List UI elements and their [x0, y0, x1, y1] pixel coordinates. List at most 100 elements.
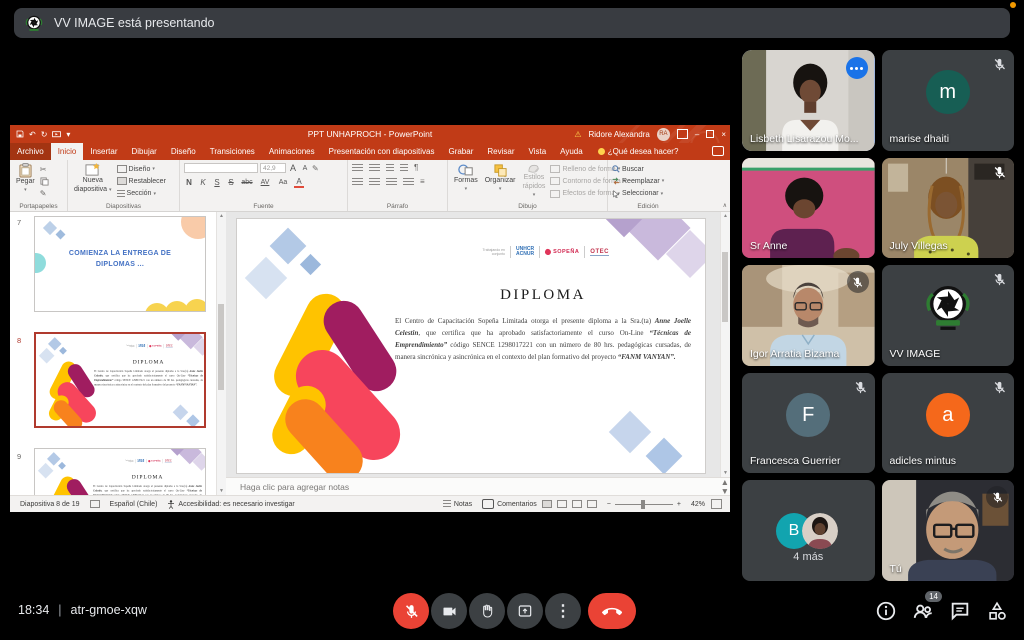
find-button[interactable]: Buscar [612, 165, 664, 173]
italic-button[interactable]: K [198, 178, 208, 187]
ribbon-options-icon[interactable] [677, 129, 688, 139]
present-button[interactable] [507, 593, 543, 629]
indent-increase-icon[interactable] [400, 164, 408, 172]
copy-icon[interactable] [40, 177, 49, 186]
camera-toggle-button[interactable] [431, 593, 467, 629]
people-button[interactable]: 14 [912, 600, 934, 622]
end-call-button[interactable] [588, 593, 636, 629]
normal-view-button[interactable] [542, 500, 552, 508]
replace-button[interactable]: Reemplazar▾ [612, 177, 664, 185]
tab-animaciones[interactable]: Animaciones [262, 143, 322, 160]
font-color-button[interactable]: A [294, 177, 304, 188]
underline-button[interactable]: S [212, 178, 222, 187]
reset-button[interactable]: Restablecer [117, 177, 166, 185]
notes-toggle[interactable]: Notas [443, 500, 472, 508]
language-status[interactable]: Español (Chile) [110, 501, 158, 508]
tab-presentacion[interactable]: Presentación con diapositivas [322, 143, 442, 160]
info-button[interactable] [875, 600, 897, 622]
slide-sorter-view-button[interactable] [557, 500, 567, 508]
tab-grabar[interactable]: Grabar [441, 143, 480, 160]
editor-scrollbar[interactable]: ▲ ▼ [720, 212, 730, 477]
raise-hand-button[interactable] [469, 593, 505, 629]
select-button[interactable]: Seleccionar▾ [612, 190, 664, 198]
accessibility-status[interactable]: Accesibilidad: es necesario investigar [167, 500, 294, 509]
shrink-font-icon[interactable]: A [300, 165, 310, 172]
tab-archivo[interactable]: Archivo [10, 143, 51, 160]
zoom-in-button[interactable]: + [677, 501, 681, 508]
restore-button[interactable] [706, 130, 714, 138]
align-right-icon[interactable] [386, 178, 397, 186]
bullets-icon[interactable] [352, 164, 363, 172]
section-button[interactable]: Sección▾ [117, 190, 166, 198]
slide-thumbnail-9[interactable]: Trabajando en conjunto UNHCRACNUR SOPEÑA… [34, 448, 206, 495]
participant-tile-self[interactable]: Tú [882, 480, 1015, 581]
save-icon[interactable] [16, 130, 24, 138]
bold-button[interactable]: N [184, 178, 194, 187]
notes-pane[interactable]: Haga clic para agregar notas ▲▼ [226, 477, 730, 495]
participant-tile[interactable]: Lisbeth Lisarazou Mo... [742, 50, 875, 151]
numbering-icon[interactable] [369, 164, 380, 172]
align-center-icon[interactable] [369, 178, 380, 186]
quick-styles-button[interactable]: Estilos rápidos ▾ [520, 163, 547, 200]
tab-vista[interactable]: Vista [522, 143, 554, 160]
align-left-icon[interactable] [352, 178, 363, 186]
participant-tile[interactable]: a adicles mintus [882, 373, 1015, 474]
arrange-button[interactable]: Organizar▾ [483, 163, 518, 200]
tab-revisar[interactable]: Revisar [480, 143, 521, 160]
clear-format-icon[interactable]: ✎ [312, 164, 319, 173]
font-name-box[interactable] [184, 163, 258, 173]
tell-me-box[interactable]: ¿Qué desea hacer? [608, 147, 679, 156]
text-direction-icon[interactable]: ¶ [414, 163, 418, 172]
tab-dibujar[interactable]: Dibujar [125, 143, 164, 160]
justify-icon[interactable] [403, 178, 414, 186]
participant-tile[interactable]: VV IMAGE [882, 265, 1015, 366]
zoom-slider[interactable] [615, 504, 673, 505]
participant-tile[interactable]: Igor Arratia Bizama [742, 265, 875, 366]
collapse-ribbon-icon[interactable]: ∧ [723, 202, 727, 209]
participant-tile[interactable]: F Francesca Guerrier [742, 373, 875, 474]
account-name[interactable]: Ridore Alexandra [589, 130, 650, 139]
tab-insertar[interactable]: Insertar [83, 143, 124, 160]
slide-thumbnail-8[interactable]: Trabajando en conjunto UNHCRACNUR SOPEÑA… [34, 332, 206, 428]
indent-decrease-icon[interactable] [386, 164, 394, 172]
tab-inicio[interactable]: Inicio [51, 143, 84, 160]
paste-button[interactable]: Pegar▾ [14, 163, 37, 200]
slide-thumbnail-7[interactable]: COMIENZA LA ENTREGA DE DIPLOMAS ... [34, 216, 206, 312]
zoom-out-button[interactable]: − [607, 501, 611, 508]
columns-icon[interactable]: ≡ [420, 177, 425, 186]
activities-button[interactable] [986, 600, 1008, 622]
chat-button[interactable] [949, 600, 971, 622]
participant-tile[interactable]: m marise dhaiti [882, 50, 1015, 151]
fit-to-window-icon[interactable] [711, 499, 722, 509]
participant-tile[interactable]: Sr Anne [742, 158, 875, 259]
thumbnail-scrollbar[interactable]: ▲ ▼ [216, 212, 226, 495]
comments-toggle[interactable]: Comentarios [482, 499, 537, 509]
comments-bubble-icon[interactable] [712, 146, 724, 156]
tab-diseno[interactable]: Diseño [164, 143, 203, 160]
participant-tile[interactable]: July Villegas [882, 158, 1015, 259]
tab-transiciones[interactable]: Transiciones [203, 143, 262, 160]
undo-icon[interactable]: ↶ [29, 130, 36, 139]
account-avatar[interactable]: RA [657, 128, 670, 141]
layout-button[interactable]: Diseño▾ [117, 165, 166, 173]
mic-toggle-button[interactable] [393, 593, 429, 629]
char-spacing-button[interactable]: AV [258, 179, 272, 186]
slide-canvas[interactable]: Trabajando en conjunto UNHCRACNUR SOPEÑA… [237, 219, 705, 473]
close-button[interactable]: × [721, 130, 726, 139]
cut-icon[interactable]: ✂ [40, 165, 49, 174]
slideshow-view-button[interactable] [587, 500, 597, 508]
format-painter-icon[interactable]: ✎ [40, 189, 49, 198]
reading-view-button[interactable] [572, 500, 582, 508]
zoom-level[interactable]: 42% [691, 501, 705, 508]
new-slide-button[interactable]: Nueva diapositiva ▾ [72, 163, 114, 200]
strikethrough-button[interactable]: S [226, 178, 236, 187]
qat-caret-icon[interactable]: ▾ [66, 130, 70, 139]
shapes-button[interactable]: Formas▾ [452, 163, 480, 200]
redo-icon[interactable]: ↻ [41, 130, 48, 139]
slideshow-icon[interactable] [52, 131, 61, 138]
font-size-box[interactable]: 42,9 [260, 163, 286, 173]
more-options-button[interactable]: ⋮ [545, 593, 581, 629]
minimize-button[interactable]: – [695, 130, 699, 139]
grow-font-icon[interactable]: A [288, 163, 298, 173]
tab-ayuda[interactable]: Ayuda [553, 143, 590, 160]
